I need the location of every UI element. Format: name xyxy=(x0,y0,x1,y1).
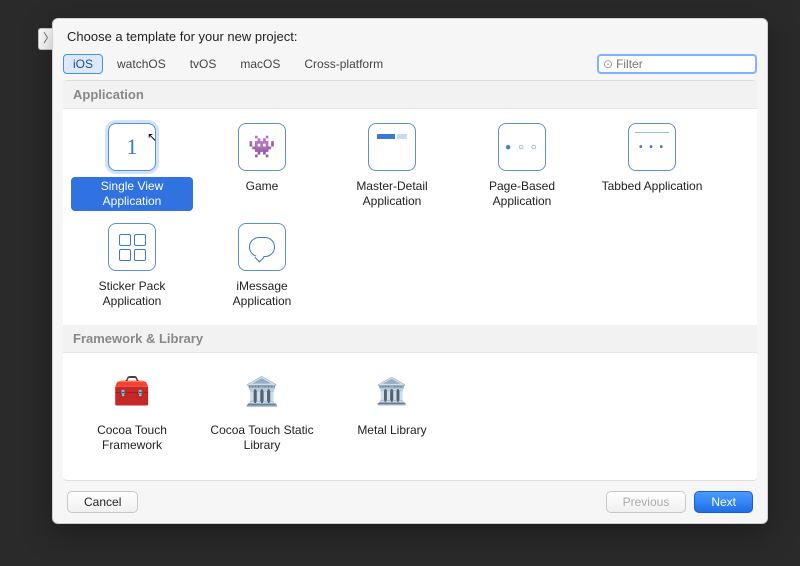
application-grid: 1 ↖ Single View Application 👾 Game Maste… xyxy=(63,109,757,325)
template-game[interactable]: 👾 Game xyxy=(199,119,325,215)
imessage-icon xyxy=(238,223,286,271)
template-label: Metal Library xyxy=(351,421,432,440)
page-based-icon: ● ○ ○ xyxy=(498,123,546,171)
template-tabbed-application[interactable]: • • • Tabbed Application xyxy=(589,119,715,215)
footer-bar: Cancel Previous Next xyxy=(53,481,767,523)
static-library-icon: 🏛️ xyxy=(238,367,286,415)
template-page-based-application[interactable]: ● ○ ○ Page-Based Application xyxy=(459,119,585,215)
metal-library-icon: 🏛️ xyxy=(368,367,416,415)
framework-grid: 🧰 Cocoa Touch Framework 🏛️ Cocoa Touch S… xyxy=(63,353,757,469)
section-framework-header: Framework & Library xyxy=(63,325,757,353)
template-label: Sticker Pack Application xyxy=(71,277,193,311)
template-cocoa-touch-framework[interactable]: 🧰 Cocoa Touch Framework xyxy=(69,363,195,459)
tab-macos[interactable]: macOS xyxy=(230,54,290,74)
template-single-view-application[interactable]: 1 ↖ Single View Application xyxy=(69,119,195,215)
filter-input[interactable] xyxy=(616,57,751,71)
master-detail-icon xyxy=(368,123,416,171)
template-label: Cocoa Touch Static Library xyxy=(201,421,323,455)
tab-tvos[interactable]: tvOS xyxy=(180,54,227,74)
cursor-icon: ↖ xyxy=(147,130,157,144)
template-imessage-application[interactable]: iMessage Application xyxy=(199,219,325,315)
template-label: Single View Application xyxy=(71,177,193,211)
template-label: iMessage Application xyxy=(201,277,323,311)
next-button[interactable]: Next xyxy=(694,491,753,513)
template-label: Game xyxy=(240,177,285,196)
template-sticker-pack-application[interactable]: Sticker Pack Application xyxy=(69,219,195,315)
template-master-detail-application[interactable]: Master-Detail Application xyxy=(329,119,455,215)
tab-crossplatform[interactable]: Cross-platform xyxy=(294,54,393,74)
cancel-button[interactable]: Cancel xyxy=(67,491,138,513)
tabbed-icon: • • • xyxy=(628,123,676,171)
platform-tabbar: iOS watchOS tvOS macOS Cross-platform ⊙ xyxy=(53,50,767,80)
framework-icon: 🧰 xyxy=(108,367,156,415)
template-cocoa-touch-static-library[interactable]: 🏛️ Cocoa Touch Static Library xyxy=(199,363,325,459)
filter-field[interactable]: ⊙ xyxy=(597,54,757,74)
sticker-pack-icon xyxy=(108,223,156,271)
previous-button[interactable]: Previous xyxy=(606,491,687,513)
tab-ios[interactable]: iOS xyxy=(63,54,103,74)
prompt-label: Choose a template for your new project: xyxy=(53,19,767,50)
single-view-icon: 1 ↖ xyxy=(108,123,156,171)
tab-watchos[interactable]: watchOS xyxy=(107,54,176,74)
section-application-header: Application xyxy=(63,81,757,109)
template-label: Cocoa Touch Framework xyxy=(71,421,193,455)
template-list: Application 1 ↖ Single View Application … xyxy=(63,80,757,481)
filter-icon: ⊙ xyxy=(603,57,613,71)
template-chooser-sheet: Choose a template for your new project: … xyxy=(52,18,768,524)
template-metal-library[interactable]: 🏛️ Metal Library xyxy=(329,363,455,459)
template-label: Tabbed Application xyxy=(596,177,709,196)
template-label: Master-Detail Application xyxy=(331,177,453,211)
game-icon: 👾 xyxy=(238,123,286,171)
template-label: Page-Based Application xyxy=(461,177,583,211)
